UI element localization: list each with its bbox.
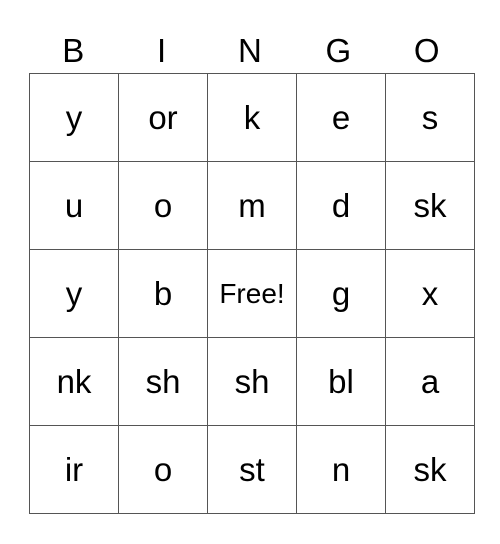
bingo-header: B I N G O: [29, 28, 471, 73]
bingo-cell: sk: [385, 161, 475, 250]
grid-row: y b Free! g x: [29, 249, 475, 338]
header-letter-n: N: [238, 32, 262, 69]
header-letter-g: G: [325, 32, 352, 69]
bingo-cell: n: [296, 425, 386, 514]
bingo-cell: g: [296, 249, 386, 338]
bingo-cell: x: [385, 249, 475, 338]
bingo-cell: o: [118, 425, 208, 514]
bingo-card-grid: y or k e s u o m d sk y b Free! g x nk s…: [29, 73, 475, 514]
bingo-cell: m: [207, 161, 297, 250]
bingo-cell: u: [29, 161, 119, 250]
bingo-cell: y: [29, 73, 119, 162]
bingo-cell: st: [207, 425, 297, 514]
grid-row: ir o st n sk: [29, 425, 475, 514]
bingo-cell: ir: [29, 425, 119, 514]
bingo-cell: nk: [29, 337, 119, 426]
bingo-cell: bl: [296, 337, 386, 426]
bingo-cell: k: [207, 73, 297, 162]
grid-row: y or k e s: [29, 73, 475, 162]
bingo-cell: y: [29, 249, 119, 338]
bingo-cell: sk: [385, 425, 475, 514]
header-letter-o: O: [413, 32, 440, 69]
bingo-cell: sh: [118, 337, 208, 426]
grid-row: nk sh sh bl a: [29, 337, 475, 426]
grid-row: u o m d sk: [29, 161, 475, 250]
bingo-cell: or: [118, 73, 208, 162]
bingo-cell: o: [118, 161, 208, 250]
bingo-cell: sh: [207, 337, 297, 426]
bingo-cell: b: [118, 249, 208, 338]
header-letter-b: B: [62, 32, 85, 69]
bingo-cell: e: [296, 73, 386, 162]
header-letter-i: I: [157, 32, 167, 69]
free-space-cell: Free!: [207, 249, 297, 338]
bingo-cell: s: [385, 73, 475, 162]
bingo-cell: d: [296, 161, 386, 250]
bingo-cell: a: [385, 337, 475, 426]
